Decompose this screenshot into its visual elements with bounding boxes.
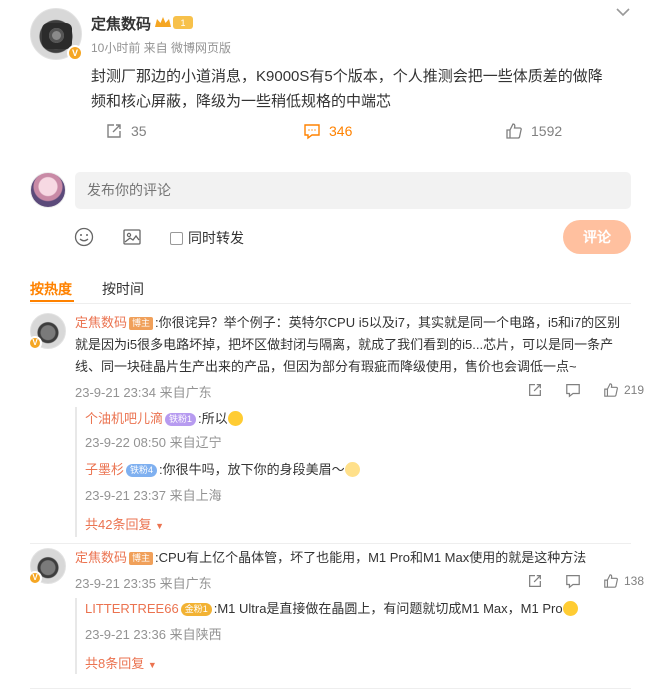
reply-meta: 23-9-21 23:36 来自陕西 (85, 627, 222, 642)
repost-icon (107, 124, 121, 138)
more-replies-label: 共42条回复 (85, 517, 152, 532)
comment-body: 定焦数码 博主:CPU有上亿个晶体管，坏了也能用，M1 Pro和M1 Max使用的… (75, 547, 631, 569)
comment-author[interactable]: 定焦数码 (75, 315, 127, 330)
post-meta: 10小时前 来自 微博网页版 (91, 41, 232, 55)
verified-badge-icon: V (28, 336, 42, 350)
repost-also-label: 同时转发 (188, 230, 244, 246)
emoji-icon[interactable] (74, 227, 94, 247)
reply-author[interactable]: LITTERTREE66 (85, 601, 179, 616)
commenter-avatar[interactable]: V (28, 313, 66, 350)
verified-badge-icon: V (28, 571, 42, 585)
reply-meta: 23-9-21 23:37 来自上海 (85, 488, 222, 503)
comment-like-button[interactable]: 219 (603, 382, 644, 398)
comment-count: 346 (329, 123, 353, 139)
comment-icon (304, 124, 320, 140)
comment-input[interactable] (75, 172, 631, 209)
comment-meta: 23-9-21 23:34 来自广东 (75, 385, 212, 400)
like-count: 1592 (531, 123, 563, 139)
thumbs-up-icon (604, 383, 618, 397)
author-badge: 博主 (129, 317, 154, 330)
divider (30, 543, 631, 544)
reply-meta: 23-9-22 08:50 来自辽宁 (85, 435, 222, 450)
member-crown-icon[interactable]: 1 (154, 15, 194, 30)
comment-like-button[interactable]: 138 (603, 573, 644, 589)
repost-also-checkbox[interactable]: 同时转发 (170, 228, 244, 248)
current-user-avatar[interactable] (30, 172, 66, 208)
tab-sort-by-time[interactable]: 按时间 (102, 279, 144, 299)
comment-text: :CPU有上亿个晶体管，坏了也能用，M1 Pro和M1 Max使用的就是这种方法 (155, 550, 587, 565)
fan-badge: 铁粉4 (126, 464, 158, 477)
cat-emoji-icon (344, 462, 360, 477)
reply-text: :所以 (198, 411, 228, 426)
repost-icon[interactable] (527, 382, 543, 398)
tab-sort-by-hot[interactable]: 按热度 (30, 279, 72, 299)
comment-icon[interactable] (565, 382, 581, 398)
submit-comment-button[interactable]: 评论 (563, 220, 631, 254)
commenter-avatar[interactable]: V (28, 548, 66, 585)
level-badge: 1 (180, 18, 185, 28)
caret-down-icon: ▼ (155, 521, 165, 531)
comment-icon[interactable] (565, 573, 581, 589)
like-button[interactable]: 1592 (505, 122, 562, 140)
fan-badge: 金粉1 (180, 603, 212, 616)
laughing-emoji-icon (227, 411, 243, 426)
comment-text: :你很诧异？举个例子：英特尔CPU i5以及i7，其实就是同一个电路，i5和i7… (75, 315, 621, 374)
comment-like-count: 138 (624, 574, 645, 588)
post-text: 封测厂那边的小道消息，K9000S有5个版本，个人推测会把一些体质差的做降频和核… (91, 68, 603, 110)
caret-down-icon: ▼ (147, 660, 157, 670)
checkbox[interactable] (170, 231, 183, 245)
author-badge: 博主 (129, 552, 154, 565)
repost-button[interactable]: 35 (105, 122, 147, 140)
reply-text: :你很牛吗，放下你的身段美眉～ (159, 462, 345, 477)
more-replies-link[interactable]: 共8条回复 ▼ (85, 653, 157, 672)
post-author-name[interactable]: 定焦数码 (91, 13, 151, 34)
comment-body: 定焦数码 博主:你很诧异？举个例子：英特尔CPU i5以及i7，其实就是同一个电路… (75, 312, 631, 378)
reply-text: :M1 Ultra是直接做在晶圆上，有问题就切成M1 Max，M1 Pro (213, 601, 563, 616)
thumbs-up-icon (604, 574, 618, 588)
comment-actions: 219 (527, 382, 644, 398)
author-avatar[interactable]: V (30, 8, 83, 61)
image-upload-icon[interactable] (122, 227, 142, 247)
reply-author[interactable]: 子墨杉 (85, 462, 124, 477)
comment-author[interactable]: 定焦数码 (75, 550, 127, 565)
reply-item: 子墨杉 铁粉4:你很牛吗，放下你的身段美眉～ (85, 459, 360, 481)
comment-button[interactable]: 346 (303, 122, 352, 140)
camera-lens-graphic (42, 23, 72, 49)
thinking-emoji-icon (562, 601, 578, 616)
reply-item: 个油机吧儿滴 铁粉1:所以 (85, 408, 243, 430)
repost-count: 35 (131, 123, 147, 139)
fan-badge: 铁粉1 (165, 413, 197, 426)
comment-like-count: 219 (624, 383, 645, 397)
more-replies-label: 共8条回复 (85, 656, 145, 671)
divider (30, 303, 631, 304)
reply-author[interactable]: 个油机吧儿滴 (85, 411, 163, 426)
reply-item: LITTERTREE66 金粉1:M1 Ultra是直接做在晶圆上，有问题就切成M… (85, 598, 578, 620)
comment-actions: 138 (527, 573, 644, 589)
repost-icon[interactable] (527, 573, 543, 589)
active-tab-indicator (30, 300, 74, 302)
thumbs-up-icon (506, 123, 522, 139)
divider (30, 688, 631, 689)
comment-meta: 23-9-21 23:35 来自广东 (75, 576, 212, 591)
more-replies-link[interactable]: 共42条回复 ▼ (85, 514, 164, 533)
chevron-down-icon[interactable] (615, 6, 631, 18)
verified-badge-icon: V (67, 45, 83, 61)
